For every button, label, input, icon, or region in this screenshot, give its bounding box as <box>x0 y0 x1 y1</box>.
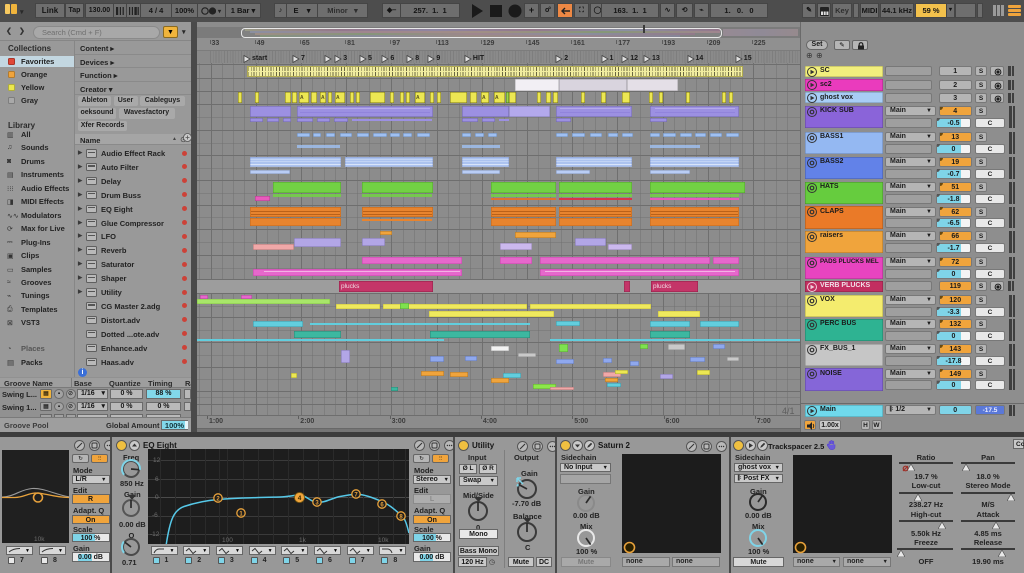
svg-text:4: 4 <box>297 495 301 502</box>
